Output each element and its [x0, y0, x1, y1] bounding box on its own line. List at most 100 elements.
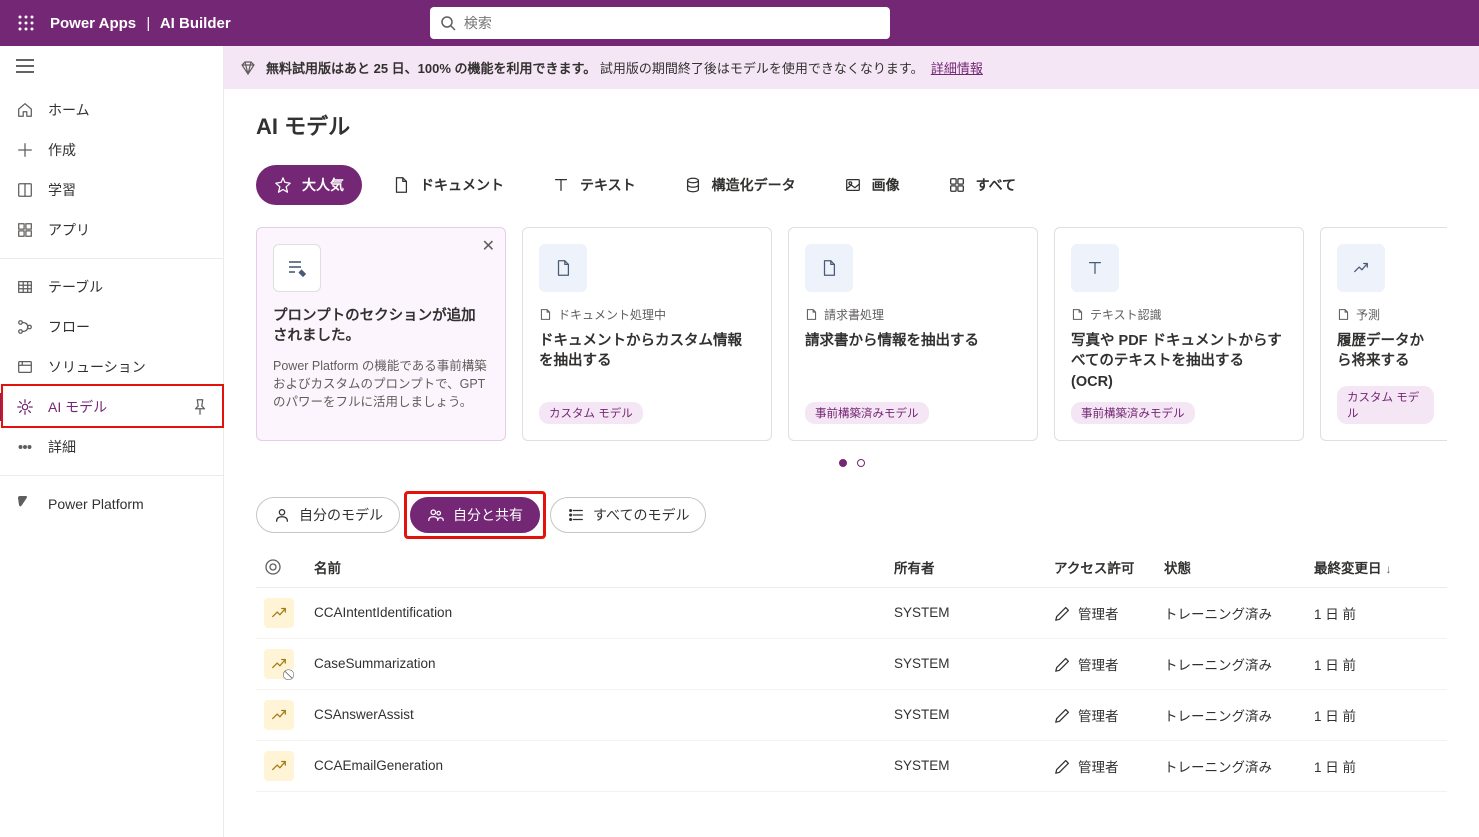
left-nav: ホーム 作成 学習 アプリ テーブル フロー ソリューション AI モデル 詳細 [0, 46, 224, 837]
star-icon [274, 176, 292, 194]
col-owner[interactable]: 所有者 [894, 557, 1054, 577]
nav-toggle[interactable] [0, 46, 223, 86]
card-tag: カスタム モデル [1337, 386, 1434, 424]
nav-item-solution[interactable]: ソリューション [0, 347, 223, 387]
model-card[interactable]: 予測履歴データから将来するカスタム モデル [1320, 227, 1447, 441]
type-column-icon[interactable] [264, 558, 314, 576]
card-title: 履歴データから将来する [1337, 331, 1434, 372]
text-icon [552, 176, 570, 194]
image-icon [844, 176, 862, 194]
col-name[interactable]: 名前 [314, 557, 894, 577]
nav-label: ソリューション [48, 357, 209, 377]
card-category: ドキュメント処理中 [539, 306, 755, 323]
cell-permission: 管理者 [1054, 603, 1164, 623]
pencil-icon [1054, 757, 1072, 775]
card-tag: カスタム モデル [539, 402, 643, 424]
nav-item-plus[interactable]: 作成 [0, 130, 223, 170]
category-pills: 大人気 ドキュメントテキスト 構造化データ 画像 すべて [256, 165, 1447, 205]
pill-label: すべて [976, 175, 1016, 195]
card-category: 予測 [1337, 306, 1434, 323]
category-pill-image[interactable]: 画像 [826, 165, 918, 205]
main-content: 無料試用版はあと 25 日、100% の機能を利用できます。 試用版の期間終了後… [224, 46, 1479, 837]
nav-label: AI モデル [48, 397, 191, 417]
global-search[interactable] [430, 7, 890, 39]
chip-label: 自分と共有 [453, 505, 523, 525]
filter-chip-person[interactable]: 自分のモデル [256, 497, 400, 533]
col-status[interactable]: 状態 [1164, 557, 1314, 577]
promo-card[interactable]: ✕プロンプトのセクションが追加されました。Power Platform の機能で… [256, 227, 506, 441]
power-platform-icon [14, 493, 36, 515]
solution-icon [14, 356, 36, 378]
app-launcher-icon[interactable] [10, 7, 42, 39]
model-card[interactable]: 請求書処理請求書から情報を抽出する事前構築済みモデル [788, 227, 1038, 441]
nav-label: 詳細 [48, 437, 209, 457]
category-pill-text[interactable]: テキスト [534, 165, 654, 205]
close-icon[interactable]: ✕ [482, 236, 495, 256]
nav-label: Power Platform [48, 496, 209, 512]
nav-item-more[interactable]: 詳細 [0, 427, 223, 467]
cell-name: CaseSummarization [314, 656, 894, 671]
category-pill-grid[interactable]: すべて [930, 165, 1034, 205]
model-type-icon [264, 598, 294, 628]
cell-owner: SYSTEM [894, 605, 1054, 620]
page-title: AI モデル [256, 109, 1447, 141]
pill-label: 構造化データ [712, 175, 796, 195]
card-title: ドキュメントからカスタム情報を抽出する [539, 331, 755, 372]
nav-label: 作成 [48, 140, 209, 160]
filter-chip-people[interactable]: 自分と共有 [410, 497, 540, 533]
col-permission[interactable]: アクセス許可 [1054, 557, 1164, 577]
card-desc: Power Platform の機能である事前構築およびカスタムのプロンプトで、… [273, 357, 489, 411]
model-card[interactable]: テキスト認識写真や PDF ドキュメントからすべてのテキストを抽出する (OCR… [1054, 227, 1304, 441]
app-name[interactable]: Power Apps [50, 15, 136, 32]
pencil-icon [1054, 655, 1072, 673]
nav-item-apps[interactable]: アプリ [0, 210, 223, 250]
nav-item-home[interactable]: ホーム [0, 90, 223, 130]
pin-icon[interactable] [191, 398, 209, 416]
col-modified[interactable]: 最終変更日↓ [1314, 557, 1464, 577]
cell-permission: 管理者 [1054, 654, 1164, 674]
card-type-icon [1071, 244, 1119, 292]
pager-dot[interactable] [839, 459, 847, 467]
category-pill-doc[interactable]: ドキュメント [374, 165, 522, 205]
category-pill-db[interactable]: 構造化データ [666, 165, 814, 205]
model-card[interactable]: ドキュメント処理中ドキュメントからカスタム情報を抽出するカスタム モデル [522, 227, 772, 441]
diamond-icon [240, 60, 256, 76]
card-title: 写真や PDF ドキュメントからすべてのテキストを抽出する (OCR) [1071, 331, 1287, 392]
pill-label: 大人気 [302, 175, 344, 195]
pagination-dots [256, 459, 1447, 467]
card-type-icon [539, 244, 587, 292]
more-icon [14, 436, 36, 458]
model-type-icon [264, 649, 294, 679]
nav-power-platform[interactable]: Power Platform [0, 484, 223, 524]
nav-item-flow[interactable]: フロー [0, 307, 223, 347]
table-row[interactable]: CCAEmailGeneration SYSTEM 管理者 トレーニング済み 1… [256, 741, 1447, 792]
card-category: テキスト認識 [1071, 306, 1287, 323]
pencil-icon [1054, 604, 1072, 622]
model-type-icon [264, 751, 294, 781]
nav-item-table[interactable]: テーブル [0, 267, 223, 307]
app-section[interactable]: AI Builder [160, 15, 231, 32]
nav-label: ホーム [48, 100, 209, 120]
model-cards: ✕プロンプトのセクションが追加されました。Power Platform の機能で… [256, 227, 1447, 441]
pencil-icon [1054, 706, 1072, 724]
card-tag: 事前構築済みモデル [1071, 402, 1195, 424]
home-icon [14, 99, 36, 121]
pager-dot[interactable] [857, 459, 865, 467]
nav-item-ai[interactable]: AI モデル [0, 387, 223, 427]
table-row[interactable]: CSAnswerAssist SYSTEM 管理者 トレーニング済み 1 日 前 [256, 690, 1447, 741]
search-input[interactable] [464, 15, 880, 31]
cell-status: トレーニング済み [1164, 654, 1314, 674]
category-pill-star[interactable]: 大人気 [256, 165, 362, 205]
model-filter-chips: 自分のモデル 自分と共有 すべてのモデル [256, 497, 1447, 533]
cell-name: CCAIntentIdentification [314, 605, 894, 620]
card-type-icon [805, 244, 853, 292]
table-row[interactable]: CaseSummarization SYSTEM 管理者 トレーニング済み 1 … [256, 639, 1447, 690]
list-icon [567, 506, 585, 524]
models-table: 名前 所有者 アクセス許可 状態 最終変更日↓ CCAIntentIdentif… [256, 547, 1447, 792]
ai-icon [14, 396, 36, 418]
banner-link[interactable]: 詳細情報 [931, 61, 983, 76]
nav-item-book[interactable]: 学習 [0, 170, 223, 210]
table-row[interactable]: CCAIntentIdentification SYSTEM 管理者 トレーニン… [256, 588, 1447, 639]
filter-chip-list[interactable]: すべてのモデル [550, 497, 706, 533]
cell-modified: 1 日 前 [1314, 603, 1464, 623]
